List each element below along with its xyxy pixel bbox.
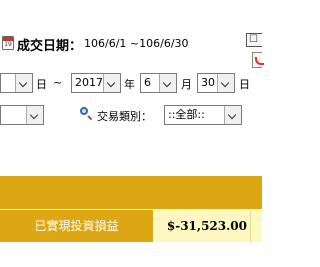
start-day-select[interactable]	[0, 73, 33, 93]
search-icon	[80, 107, 93, 121]
realized-pl-label: 已實現投資損益	[0, 210, 153, 242]
end-day-select[interactable]: 30	[197, 73, 235, 93]
excel-export-icon[interactable]	[252, 52, 264, 68]
month-label: 月	[181, 78, 192, 91]
range-separator: ~	[53, 76, 63, 89]
end-day-label: 日	[239, 78, 250, 91]
realized-pl-value: $-31,523.00	[154, 210, 250, 242]
print-icon[interactable]: ☐	[246, 33, 262, 47]
end-month-select[interactable]: 6	[140, 73, 177, 93]
trade-type-select[interactable]: ::全部::	[164, 105, 242, 125]
end-year-select[interactable]: 2017	[71, 73, 121, 93]
year-label: 年	[124, 78, 135, 91]
date-range-text: 106/6/1 ~106/6/30	[84, 37, 189, 50]
account-select[interactable]	[0, 105, 44, 125]
date-title: 成交日期：	[17, 39, 83, 54]
trade-type-label: 交易類別：	[97, 110, 152, 123]
start-day-label: 日	[36, 78, 47, 91]
realized-pl-row: 已實現投資損益 $-31,523.00	[0, 210, 262, 242]
result-cell-divider	[250, 210, 262, 242]
results-header-band	[0, 176, 262, 209]
calendar-icon: 19	[2, 36, 14, 50]
